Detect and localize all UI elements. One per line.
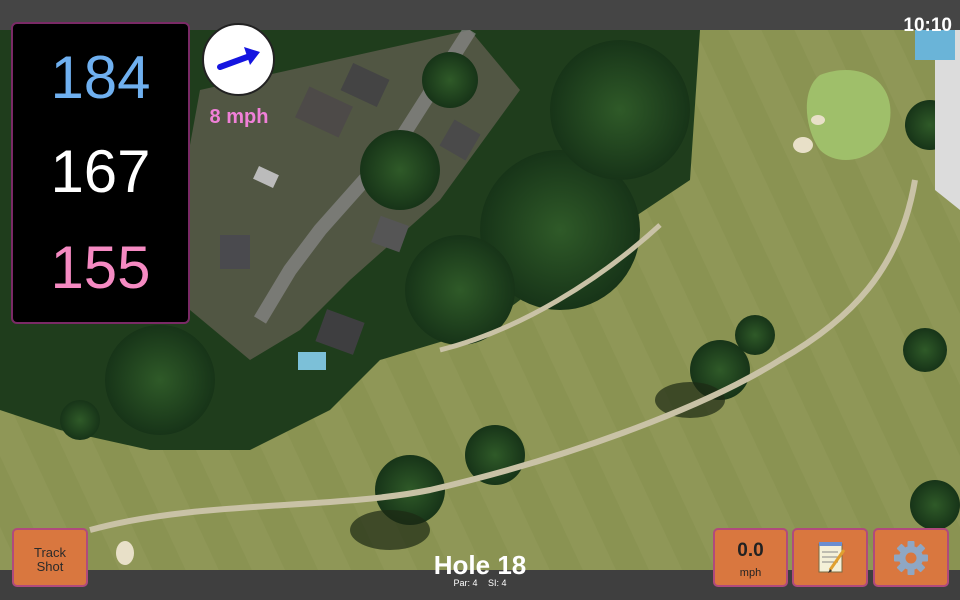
notepad-icon [818, 542, 846, 573]
track-shot-button[interactable]: Track Shot [12, 528, 88, 587]
wind-indicator [202, 23, 275, 96]
speed-button[interactable]: 0.0 mph [713, 528, 788, 587]
wind-arrow-icon [217, 47, 260, 70]
hole-title: Hole 18 [433, 550, 527, 580]
clock: 10:10 [903, 15, 952, 36]
par-text: Par: 4 [453, 578, 478, 588]
notes-button[interactable] [792, 528, 868, 587]
gear-icon [894, 541, 928, 575]
settings-button[interactable] [873, 528, 949, 587]
speed-value: 0.0 [737, 540, 764, 561]
distance-panel: 184 167 155 [11, 22, 190, 324]
track-shot-label-line1: Track [33, 545, 67, 560]
middle-distance: 167 [50, 138, 151, 205]
hole-info: Par: 4 SI: 4 [400, 578, 560, 588]
golf-gps-screen: 10:10 184 167 155 8 mph Track Shot Hole … [0, 0, 960, 600]
back-distance: 184 [50, 44, 151, 111]
wind-speed: 8 mph [209, 106, 269, 128]
stroke-index-text: SI: 4 [488, 578, 507, 588]
speed-unit: mph [739, 567, 762, 579]
front-distance: 155 [50, 234, 151, 301]
track-shot-label-line2: Shot [36, 559, 64, 574]
